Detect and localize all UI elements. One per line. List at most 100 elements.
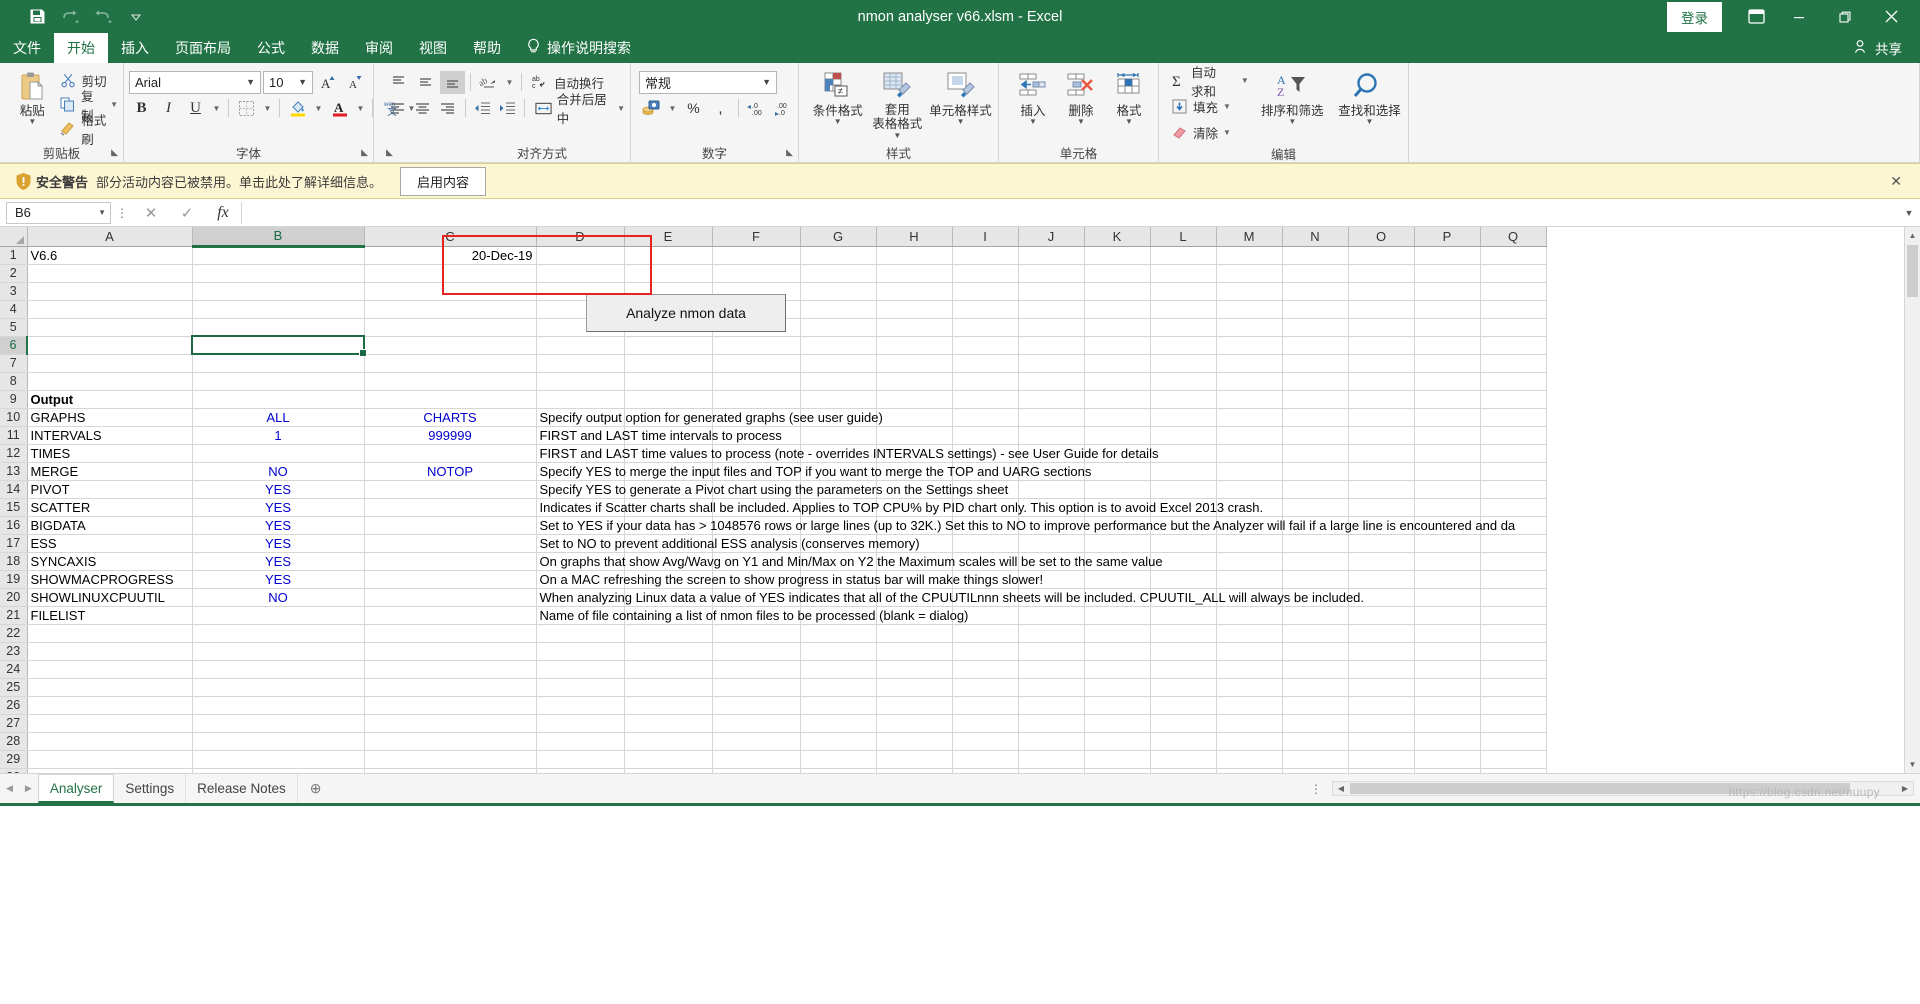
- scroll-grip-icon[interactable]: ⋮: [1300, 782, 1332, 796]
- column-header-c[interactable]: C: [364, 227, 537, 247]
- cell-H1[interactable]: [876, 246, 953, 265]
- cell-J5[interactable]: [1018, 318, 1085, 337]
- cell-J28[interactable]: [1018, 732, 1085, 751]
- cell-C17[interactable]: [364, 534, 537, 553]
- cell-C7[interactable]: [364, 354, 537, 373]
- cell-N27[interactable]: [1282, 714, 1349, 733]
- cell-L2[interactable]: [1150, 264, 1217, 283]
- cell-P25[interactable]: [1414, 678, 1481, 697]
- cell-L9[interactable]: [1150, 390, 1217, 409]
- cell-E23[interactable]: [624, 642, 713, 661]
- decrease-indent-button[interactable]: [470, 97, 493, 120]
- cell-O21[interactable]: [1348, 606, 1415, 625]
- cell-E27[interactable]: [624, 714, 713, 733]
- name-box-chevron-down-icon[interactable]: ▼: [98, 208, 106, 217]
- formula-bar-expand-chevron-down-icon[interactable]: ▼: [1898, 208, 1920, 218]
- cell-C3[interactable]: [364, 282, 537, 301]
- cell-N22[interactable]: [1282, 624, 1349, 643]
- clipboard-dialog-launcher-icon[interactable]: ◣: [111, 147, 118, 158]
- tab-help[interactable]: 帮助: [460, 33, 514, 63]
- cell-D27[interactable]: [536, 714, 625, 733]
- cell-Q11[interactable]: [1480, 426, 1547, 445]
- cell-H6[interactable]: [876, 336, 953, 355]
- find-select-chevron-down-icon[interactable]: ▼: [1365, 118, 1373, 126]
- cell-H11[interactable]: [876, 426, 953, 445]
- cell-E8[interactable]: [624, 372, 713, 391]
- paste-button[interactable]: 粘贴 ▼: [5, 67, 60, 126]
- cell-K13[interactable]: [1084, 462, 1151, 481]
- cell-Q2[interactable]: [1480, 264, 1547, 283]
- cell-M13[interactable]: [1216, 462, 1283, 481]
- clear-button[interactable]: 清除 ▼: [1171, 121, 1249, 144]
- comma-style-button[interactable]: ,: [708, 97, 733, 120]
- orientation-chevron-down-icon[interactable]: ▼: [503, 71, 516, 94]
- cell-J17[interactable]: [1018, 534, 1085, 553]
- cell-H10[interactable]: [876, 408, 953, 427]
- cell-I6[interactable]: [952, 336, 1019, 355]
- cell-A17[interactable]: ESS: [27, 534, 193, 553]
- cell-F27[interactable]: [712, 714, 801, 733]
- cell-J26[interactable]: [1018, 696, 1085, 715]
- cell-styles-chevron-down-icon[interactable]: ▼: [957, 118, 965, 126]
- name-box[interactable]: B6 ▼: [6, 201, 111, 224]
- cell-D14[interactable]: Specify YES to generate a Pivot chart us…: [536, 480, 1008, 499]
- cell-H24[interactable]: [876, 660, 953, 679]
- cell-C2[interactable]: [364, 264, 537, 283]
- cell-A22[interactable]: [27, 624, 193, 643]
- cell-N15[interactable]: [1282, 498, 1349, 517]
- cell-K1[interactable]: [1084, 246, 1151, 265]
- cell-B24[interactable]: [192, 660, 365, 679]
- cell-Q8[interactable]: [1480, 372, 1547, 391]
- row-header-15[interactable]: 15: [0, 498, 28, 517]
- column-header-q[interactable]: Q: [1480, 227, 1547, 247]
- cell-D19[interactable]: On a MAC refreshing the screen to show p…: [536, 570, 1043, 589]
- cell-I2[interactable]: [952, 264, 1019, 283]
- cell-F7[interactable]: [712, 354, 801, 373]
- underline-chevron-down-icon[interactable]: ▼: [210, 97, 223, 120]
- cell-A5[interactable]: [27, 318, 193, 337]
- cell-D26[interactable]: [536, 696, 625, 715]
- nav-next-icon[interactable]: ▶: [25, 783, 32, 794]
- column-header-a[interactable]: A: [27, 227, 193, 247]
- cell-C19[interactable]: [364, 570, 537, 589]
- cell-O8[interactable]: [1348, 372, 1415, 391]
- cell-K6[interactable]: [1084, 336, 1151, 355]
- cell-B21[interactable]: [192, 606, 365, 625]
- cell-Q7[interactable]: [1480, 354, 1547, 373]
- row-header-12[interactable]: 12: [0, 444, 28, 463]
- accept-icon[interactable]: ✓: [169, 204, 205, 222]
- cell-H4[interactable]: [876, 300, 953, 319]
- cell-P6[interactable]: [1414, 336, 1481, 355]
- cell-K2[interactable]: [1084, 264, 1151, 283]
- cell-F28[interactable]: [712, 732, 801, 751]
- row-header-8[interactable]: 8: [0, 372, 28, 391]
- minimize-icon[interactable]: [1776, 0, 1822, 33]
- cell-Q5[interactable]: [1480, 318, 1547, 337]
- cell-M26[interactable]: [1216, 696, 1283, 715]
- cell-M17[interactable]: [1216, 534, 1283, 553]
- cell-O15[interactable]: [1348, 498, 1415, 517]
- font-color-icon[interactable]: A: [327, 97, 352, 120]
- cell-N24[interactable]: [1282, 660, 1349, 679]
- cell-D22[interactable]: [536, 624, 625, 643]
- cell-L12[interactable]: [1150, 444, 1217, 463]
- cell-E22[interactable]: [624, 624, 713, 643]
- cell-B15[interactable]: YES: [192, 498, 365, 517]
- cell-H8[interactable]: [876, 372, 953, 391]
- security-bar-close-icon[interactable]: ✕: [1890, 173, 1910, 190]
- cell-C28[interactable]: [364, 732, 537, 751]
- cell-O6[interactable]: [1348, 336, 1415, 355]
- row-header-23[interactable]: 23: [0, 642, 28, 661]
- cell-P12[interactable]: [1414, 444, 1481, 463]
- cell-A21[interactable]: FILELIST: [27, 606, 193, 625]
- fill-chevron-down-icon[interactable]: ▼: [1223, 102, 1231, 111]
- add-sheet-icon[interactable]: ⊕: [298, 774, 334, 803]
- cell-D20[interactable]: When analyzing Linux data a value of YES…: [536, 588, 1364, 607]
- sort-filter-chevron-down-icon[interactable]: ▼: [1288, 118, 1296, 126]
- cell-G29[interactable]: [800, 750, 877, 769]
- cell-O11[interactable]: [1348, 426, 1415, 445]
- cell-H3[interactable]: [876, 282, 953, 301]
- cell-B25[interactable]: [192, 678, 365, 697]
- sort-filter-button[interactable]: AZ 排序和筛选 ▼: [1259, 67, 1326, 126]
- cell-Q29[interactable]: [1480, 750, 1547, 769]
